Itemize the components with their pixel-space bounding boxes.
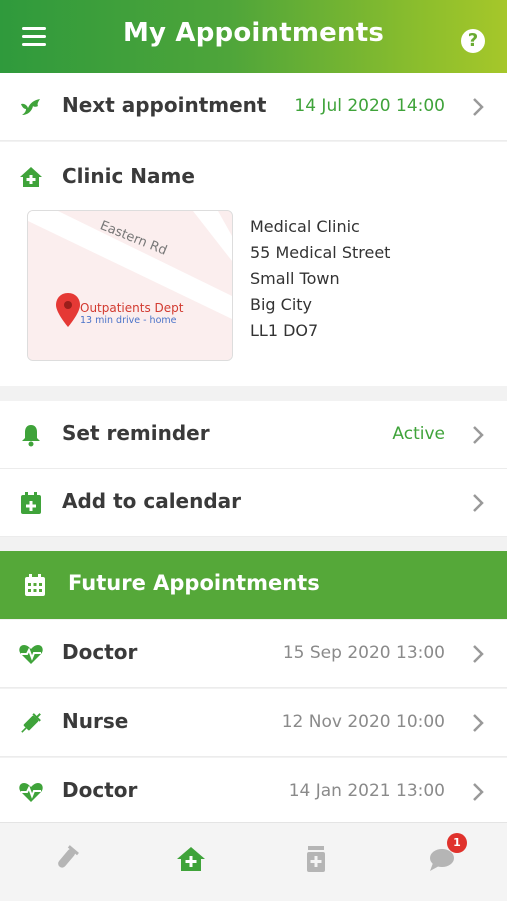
map-place-label: Outpatients Dept	[80, 301, 184, 315]
appointment-date: 15 Sep 2020 13:00	[282, 643, 445, 663]
list-item[interactable]: Doctor 14 Jan 2021 13:00	[0, 758, 507, 826]
address-line: Small Town	[250, 269, 340, 288]
appointment-type: Doctor	[62, 778, 138, 802]
home-plus-icon	[20, 167, 42, 187]
chevron-right-icon	[473, 494, 484, 512]
heartbeat-icon	[19, 645, 43, 664]
chevron-right-icon	[473, 783, 484, 801]
notification-badge: 1	[447, 833, 467, 853]
chevron-right-icon	[473, 645, 484, 663]
chevron-right-icon	[473, 714, 484, 732]
chevron-right-icon	[473, 426, 484, 444]
add-to-calendar-label: Add to calendar	[62, 489, 242, 513]
next-appointment-label: Next appointment	[62, 93, 267, 117]
future-appointments-header: Future Appointments	[0, 551, 507, 619]
bell-icon	[22, 425, 40, 447]
dove-icon	[21, 99, 40, 115]
list-item[interactable]: Nurse 12 Nov 2020 10:00	[0, 689, 507, 757]
nav-test-tube-icon[interactable]	[50, 843, 82, 875]
list-item[interactable]: Doctor 15 Sep 2020 13:00	[0, 620, 507, 688]
clinic-address: Medical Clinic 55 Medical Street Small T…	[250, 214, 390, 344]
reminder-status: Active	[392, 424, 445, 444]
appointment-date: 14 Jan 2021 13:00	[288, 781, 445, 801]
address-line: LL1 DO7	[250, 321, 319, 340]
calendar-icon	[25, 574, 45, 596]
address-line: 55 Medical Street	[250, 243, 391, 262]
appointment-type: Doctor	[62, 640, 138, 664]
appointment-type: Nurse	[62, 709, 129, 733]
next-appointment-date: 14 Jul 2020 14:00	[294, 96, 445, 116]
add-to-calendar-row[interactable]: Add to calendar	[0, 469, 507, 537]
map-drive-label: 13 min drive - home	[80, 315, 177, 326]
nav-medicine-icon[interactable]	[300, 843, 332, 875]
bottom-nav	[0, 822, 507, 901]
chevron-right-icon	[473, 98, 484, 116]
help-icon[interactable]: ?	[461, 29, 485, 53]
syringe-icon	[21, 713, 41, 733]
clinic-map[interactable]: Eastern Rd Outpatients Dept 13 min drive…	[27, 210, 233, 361]
app-header: My Appointments ?	[0, 0, 507, 73]
clinic-card: Clinic Name Eastern Rd Outpatients Dept …	[0, 142, 507, 386]
appointment-date: 12 Nov 2020 10:00	[281, 712, 445, 732]
clinic-name: Clinic Name	[62, 164, 195, 188]
set-reminder-row[interactable]: Set reminder Active	[0, 401, 507, 469]
next-appointment-row[interactable]: Next appointment 14 Jul 2020 14:00	[0, 73, 507, 141]
set-reminder-label: Set reminder	[62, 421, 210, 445]
nav-home-plus-icon[interactable]	[175, 843, 207, 875]
address-line: Big City	[250, 295, 313, 314]
address-line: Medical Clinic	[250, 217, 360, 236]
heartbeat-icon	[19, 783, 43, 802]
calendar-plus-icon	[21, 492, 41, 514]
page-title: My Appointments	[122, 18, 385, 48]
future-appointments-title: Future Appointments	[68, 571, 320, 595]
